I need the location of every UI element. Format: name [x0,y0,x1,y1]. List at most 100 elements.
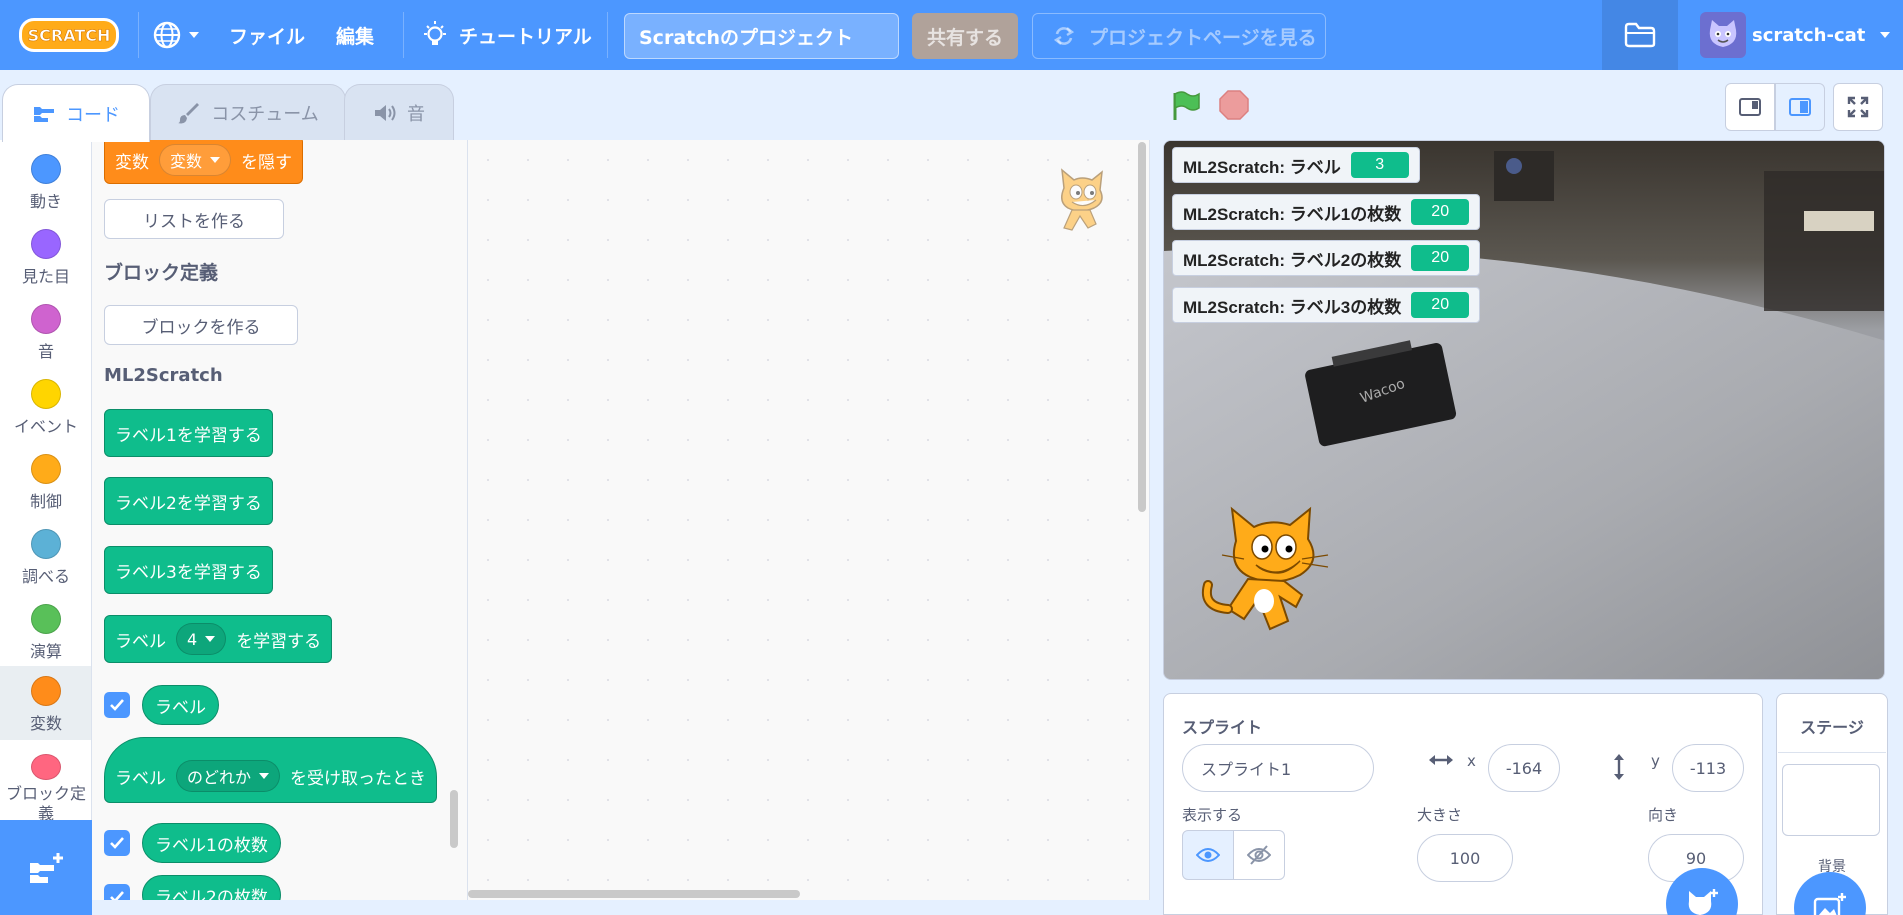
category-events[interactable]: イベント [0,369,91,443]
category-looks[interactable]: 見た目 [0,219,91,293]
sprite-name-input[interactable] [1182,744,1374,792]
menu-bar: SCRATCH ファイル 編集 チュートリアル 共有する プロジェクトページを見… [0,0,1903,70]
block-train-label1[interactable]: ラベル1を学習する [104,409,273,457]
avatar [1700,12,1746,58]
ml2scratch-heading: ML2Scratch [104,365,223,386]
tab-code[interactable]: コード [2,84,150,142]
show-sprite-button[interactable] [1182,830,1234,880]
count-label2-checkbox[interactable] [104,884,130,900]
category-motion[interactable]: 動き [0,144,91,218]
category-dot [31,754,61,780]
count-label1-checkbox[interactable] [104,830,130,856]
globe-icon [153,21,181,49]
dropdown-value: 変数 [170,152,203,171]
category-control[interactable]: 制御 [0,444,91,518]
code-vertical-scrollbar[interactable] [1138,142,1146,512]
hide-sprite-button[interactable] [1233,830,1285,880]
green-flag-button[interactable] [1170,90,1202,126]
size-input[interactable]: 100 [1417,834,1513,882]
stop-icon [1219,90,1249,120]
monitor-value: 20 [1411,292,1470,318]
block-text: ラベル [115,631,166,652]
reporter-text: ラベル2の枚数 [155,887,268,901]
monitor-value: 3 [1350,152,1409,178]
stage-canvas[interactable]: Wacoo ML2Scratch: ラベル 3 ML2Scratch: ラベル1の… [1163,140,1885,680]
add-extension-button[interactable] [0,820,92,915]
block-when-label-received[interactable]: ラベル のどれか を受け取ったとき [104,737,438,803]
label-monitor-checkbox[interactable] [104,692,130,718]
language-menu[interactable] [152,0,200,70]
monitor-label3-count[interactable]: ML2Scratch: ラベル3の枚数 20 [1172,287,1481,323]
backdrop-thumbnail[interactable] [1782,764,1880,836]
y-position-input[interactable]: -113 [1672,744,1744,792]
category-sensing[interactable]: 調べる [0,519,91,593]
tab-costumes[interactable]: コスチューム [150,84,346,140]
fullscreen-button[interactable] [1833,83,1883,131]
folder-icon [1624,22,1656,48]
speaker-icon [375,104,396,121]
block-train-label2[interactable]: ラベル2を学習する [104,477,273,525]
monitor-label1-count[interactable]: ML2Scratch: ラベル1の枚数 20 [1172,194,1481,230]
monitor-name: ML2Scratch: ラベル2の枚数 [1183,250,1402,270]
category-operators[interactable]: 演算 [0,594,91,668]
code-workspace[interactable] [468,140,1150,900]
vertical-arrows-icon [1614,754,1624,780]
reporter-text: ラベル [155,697,206,718]
small-stage-button[interactable] [1725,83,1775,131]
file-menu[interactable]: ファイル [229,0,305,70]
category-my-blocks[interactable]: ブロック定義 [0,744,91,820]
category-dot [31,379,61,409]
make-list-button[interactable]: リストを作る [104,199,284,239]
variable-dropdown[interactable]: 変数 [159,144,232,176]
x-position-input[interactable]: -164 [1488,744,1560,792]
label-received-dropdown[interactable]: のどれか [176,760,281,792]
tab-code-label: コード [66,104,120,126]
reporter-count-label1[interactable]: ラベル1の枚数 [142,823,281,863]
block-text: ラベル2を学習する [115,493,262,514]
share-button[interactable]: 共有する [912,13,1018,59]
stage-pane-title: ステージ [1800,718,1864,737]
edit-menu[interactable]: 編集 [336,0,374,70]
category-label: 見た目 [21,267,70,286]
menu-divider [403,12,404,58]
stop-button[interactable] [1218,89,1250,121]
tutorials-menu[interactable]: チュートリアル [421,0,592,70]
block-text: を学習する [236,631,322,652]
see-project-page-button[interactable]: プロジェクトページを見る [1032,13,1326,59]
make-block-button[interactable]: ブロックを作る [104,305,298,345]
large-stage-icon [1789,98,1811,116]
large-stage-button[interactable] [1775,83,1825,131]
scratch-logo[interactable]: SCRATCH [18,17,120,53]
add-extension-icon [30,852,63,883]
cat-sprite[interactable] [1198,501,1338,651]
reporter-count-label2[interactable]: ラベル2の枚数 [142,875,281,900]
reporter-label[interactable]: ラベル [142,685,219,725]
cat-avatar-icon [1709,20,1737,47]
account-menu[interactable]: scratch-cat [1700,0,1891,70]
my-blocks-heading: ブロック定義 [104,262,219,284]
code-horizontal-scrollbar[interactable] [468,890,800,898]
tab-sounds[interactable]: 音 [344,84,454,140]
block-hide-variable[interactable]: 変数 変数 を隠す [104,140,304,184]
monitor-label2-count[interactable]: ML2Scratch: ラベル2の枚数 20 [1172,240,1481,276]
label-number-dropdown[interactable]: 4 [176,623,227,655]
block-train-label3[interactable]: ラベル3を学習する [104,546,273,594]
palette-scrollbar[interactable] [450,790,458,848]
block-train-label-n[interactable]: ラベル 4 を学習する [104,615,333,663]
category-sound[interactable]: 音 [0,294,91,368]
category-label: 制御 [29,492,62,511]
menu-divider [138,12,139,58]
reporter-text: ラベル1の枚数 [155,835,268,856]
category-label: 音 [37,342,54,361]
caret-down-icon [205,636,216,642]
monitor-label[interactable]: ML2Scratch: ラベル 3 [1172,147,1420,183]
category-label: ブロック定義 [5,784,86,820]
category-variables[interactable]: 変数 [0,666,91,740]
checkmark-icon [110,837,124,849]
green-flag-icon [1173,91,1200,120]
my-stuff-button[interactable] [1602,0,1678,70]
category-dot [31,529,61,559]
block-text: を隠す [241,152,293,173]
project-title-input[interactable] [624,13,899,59]
checkmark-icon [110,891,124,900]
